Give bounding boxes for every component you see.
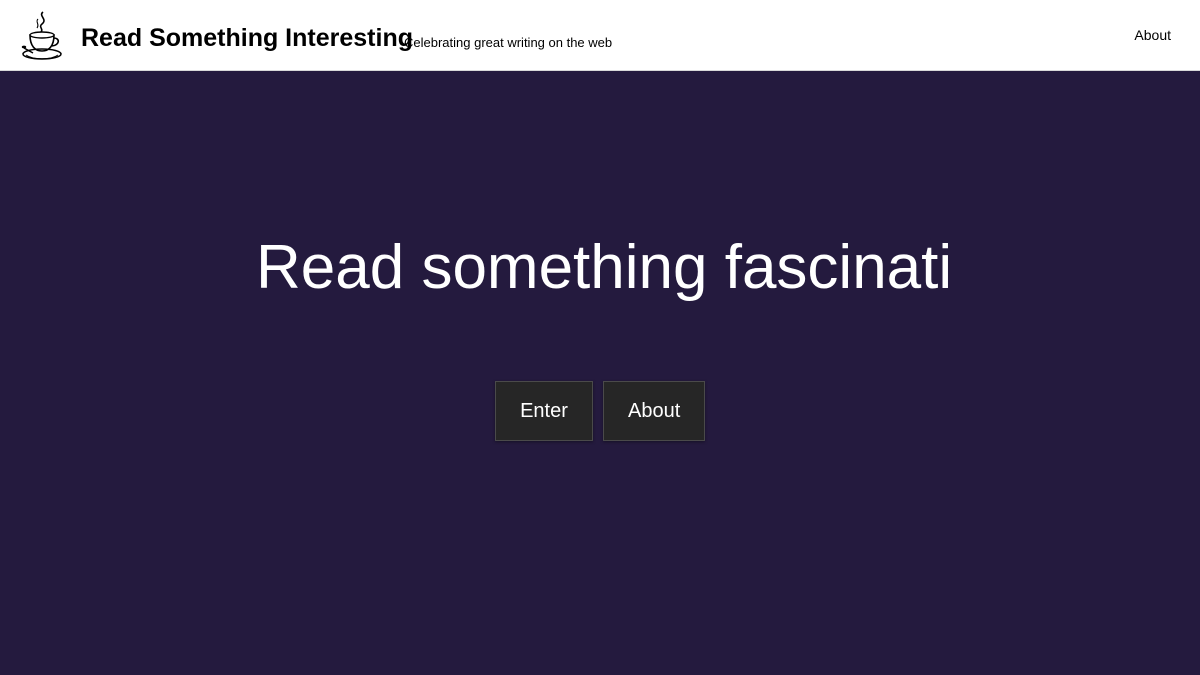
hero-section: Read something fascinatil Enter About bbox=[0, 71, 1200, 675]
site-tagline: Celebrating great writing on the web bbox=[404, 35, 613, 50]
hero-heading-text: Read something fascinatil bbox=[256, 233, 948, 302]
coffee-cup-icon[interactable] bbox=[21, 10, 65, 62]
enter-button[interactable]: Enter bbox=[495, 381, 593, 441]
hero-heading: Read something fascinatil bbox=[0, 233, 1200, 303]
site-title[interactable]: Read Something Interesting bbox=[81, 24, 413, 53]
hero-button-row: Enter About bbox=[0, 381, 1200, 441]
site-header: Read Something Interesting Celebrating g… bbox=[0, 0, 1200, 71]
nav-about-link[interactable]: About bbox=[1134, 27, 1171, 43]
about-button[interactable]: About bbox=[603, 381, 705, 441]
